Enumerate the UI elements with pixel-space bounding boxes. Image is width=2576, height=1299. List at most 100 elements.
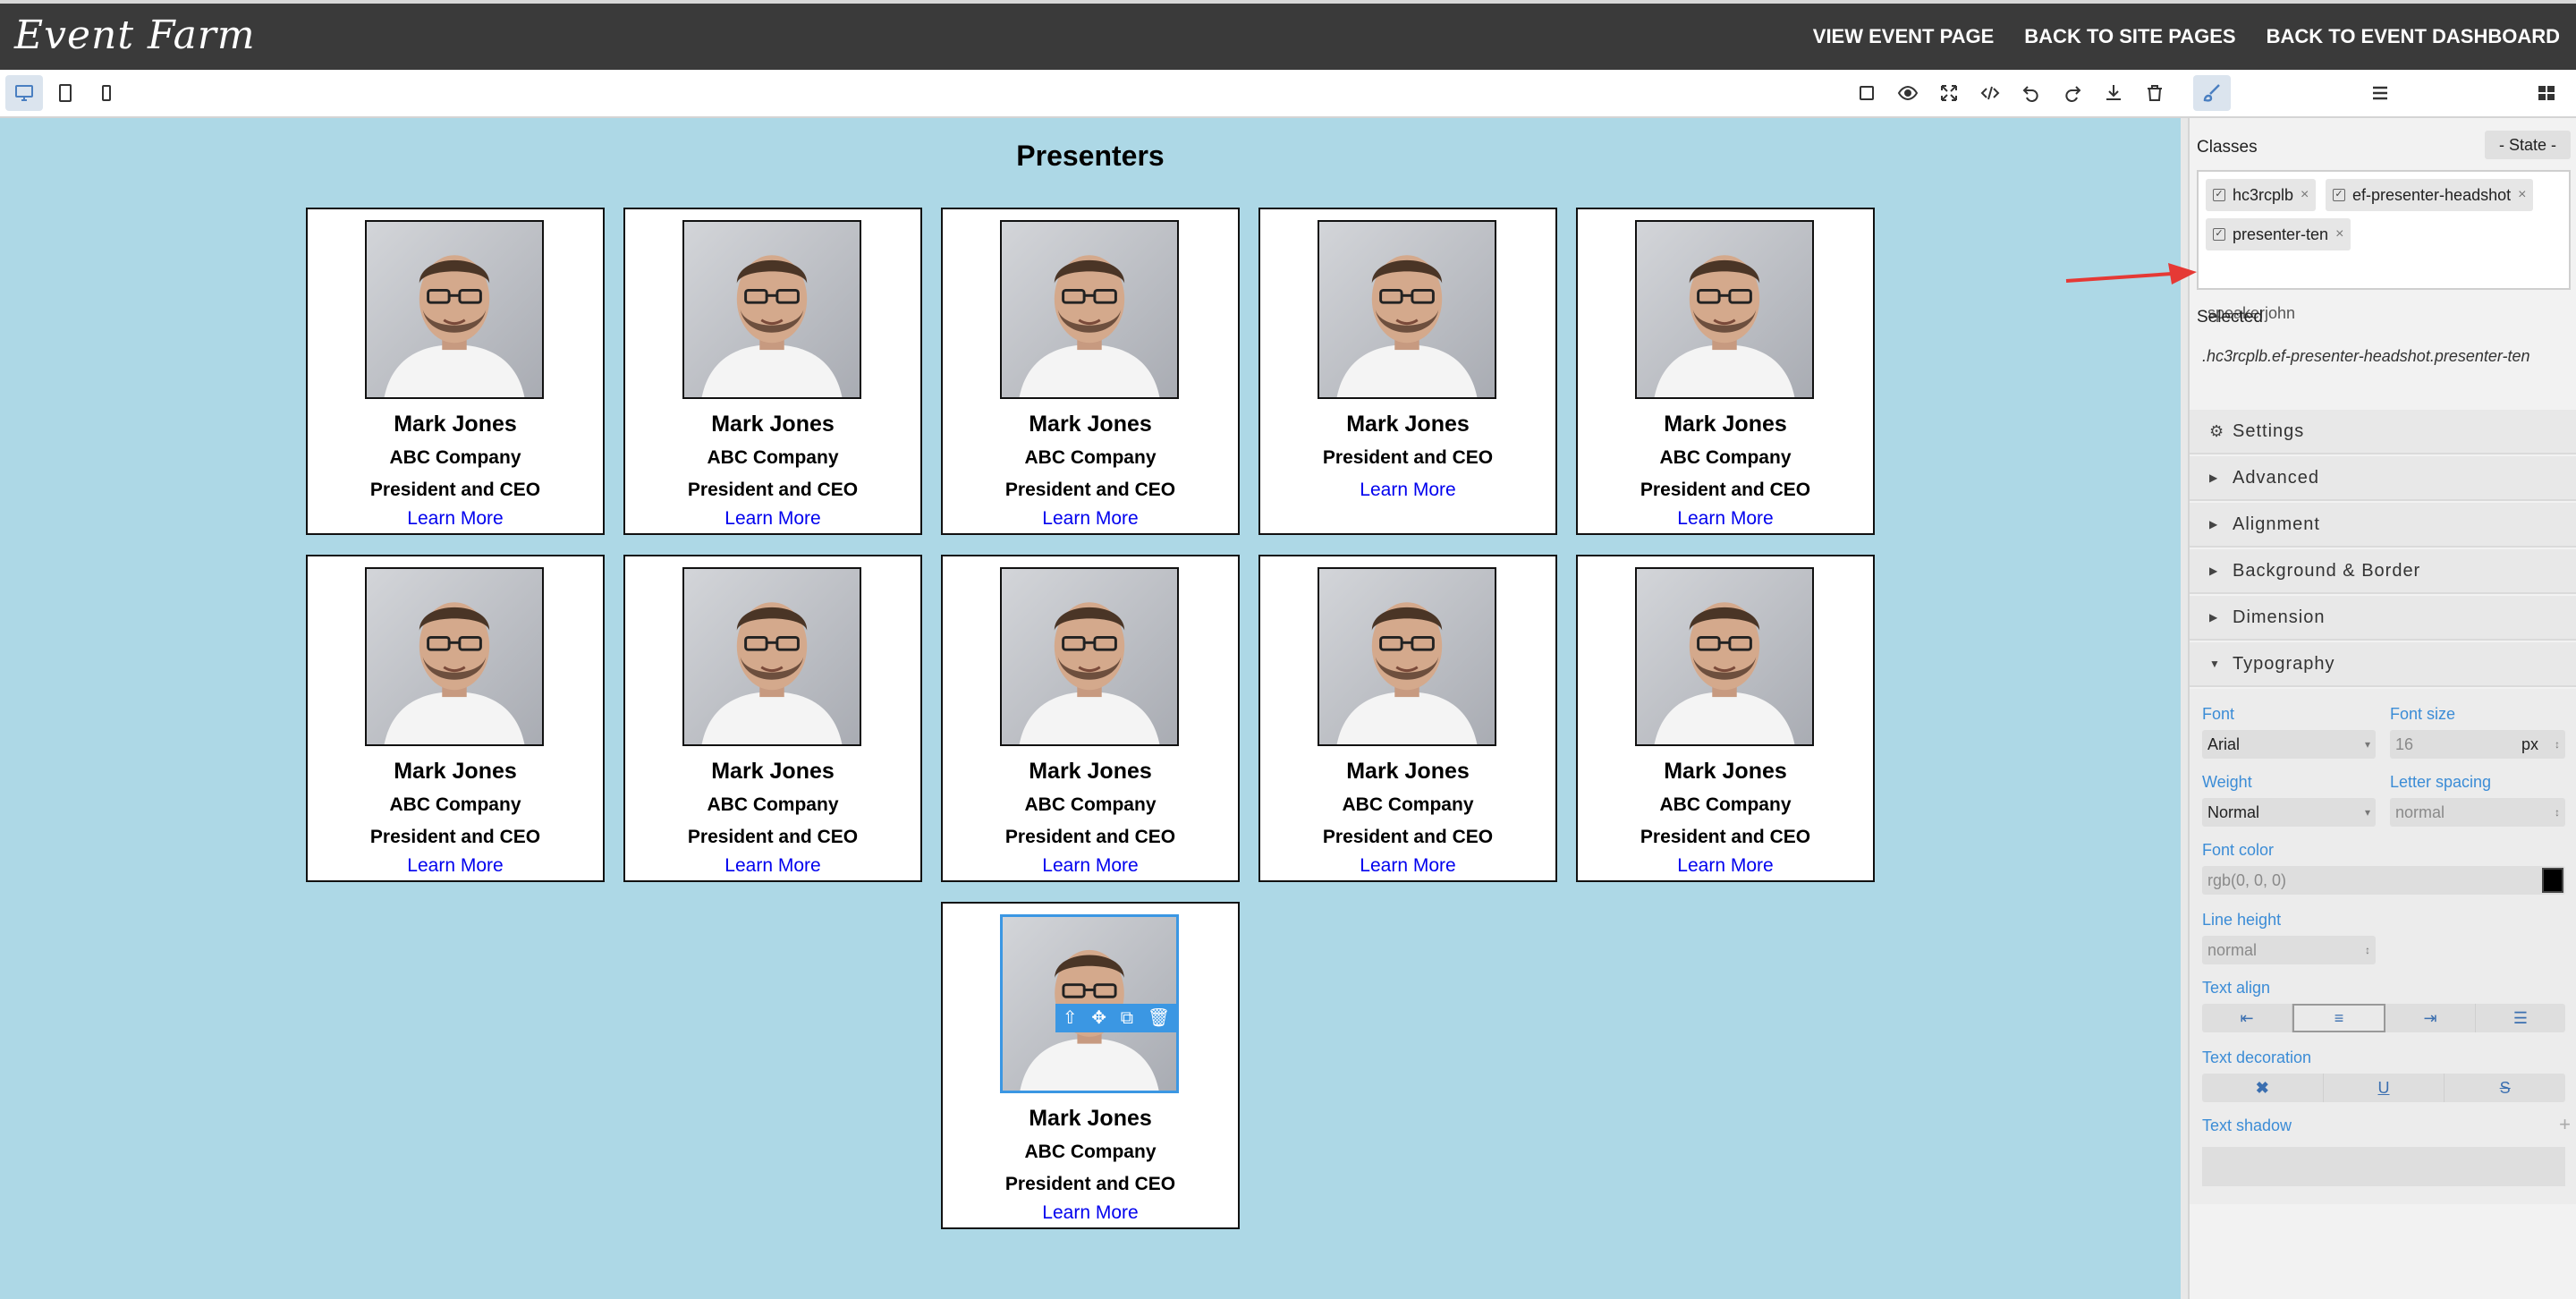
weight-select[interactable]: Normal ▾ bbox=[2202, 798, 2376, 827]
underline-icon[interactable]: U bbox=[2324, 1074, 2445, 1102]
section-alignment[interactable]: ▶ Alignment bbox=[2190, 503, 2576, 548]
presenter-card[interactable]: Mark Jones ABC Company President and CEO… bbox=[1258, 555, 1557, 882]
presenter-role: President and CEO bbox=[1322, 447, 1494, 468]
presenter-role: President and CEO bbox=[1640, 827, 1811, 847]
class-tag-label: presenter-ten bbox=[2233, 225, 2329, 243]
presenter-card[interactable]: Mark Jones President and CEO Learn More bbox=[1258, 208, 1557, 535]
learn-more-link[interactable]: Learn More bbox=[943, 1202, 1238, 1224]
class-tag[interactable]: ✓ ef-presenter-headshot × bbox=[2326, 179, 2534, 211]
presenter-headshot[interactable] bbox=[1318, 220, 1496, 399]
learn-more-link[interactable]: Learn More bbox=[943, 855, 1238, 877]
trash-icon[interactable] bbox=[2136, 75, 2174, 111]
section-label: Advanced bbox=[2233, 467, 2319, 488]
trash-icon[interactable]: 🗑 bbox=[1148, 1009, 1170, 1027]
presenter-name: Mark Jones bbox=[711, 412, 835, 437]
state-select[interactable]: - State - bbox=[2485, 131, 2571, 159]
presenter-card[interactable]: Mark Jones ABC Company President and CEO… bbox=[1576, 208, 1875, 535]
learn-more-link[interactable]: Learn More bbox=[625, 508, 920, 530]
font-size-unit[interactable]: px bbox=[2521, 735, 2538, 754]
remove-tag-icon[interactable]: × bbox=[2335, 226, 2343, 242]
desktop-icon[interactable] bbox=[5, 75, 43, 111]
editor-canvas[interactable]: Presenters Mark Jones ABC Company Presid… bbox=[0, 118, 2181, 1299]
paintbrush-icon[interactable] bbox=[2193, 75, 2231, 111]
presenter-card[interactable]: Mark Jones ABC Company President and CEO… bbox=[941, 902, 1240, 1229]
text-shadow-list bbox=[2202, 1147, 2565, 1186]
move-icon[interactable]: ✥ bbox=[1091, 1009, 1106, 1027]
presenter-headshot[interactable] bbox=[1635, 567, 1814, 746]
download-icon[interactable] bbox=[2095, 75, 2132, 111]
add-shadow-icon[interactable]: + bbox=[2559, 1113, 2571, 1136]
align-right-icon[interactable]: ⇥ bbox=[2385, 1004, 2476, 1032]
fullscreen-icon[interactable] bbox=[1930, 75, 1968, 111]
view-event-page-link[interactable]: VIEW EVENT PAGE bbox=[1813, 25, 1995, 48]
presenter-headshot[interactable] bbox=[1000, 567, 1179, 746]
learn-more-link[interactable]: Learn More bbox=[1578, 508, 1873, 530]
tag-checkbox[interactable]: ✓ bbox=[2213, 189, 2225, 201]
presenter-headshot[interactable] bbox=[1635, 220, 1814, 399]
back-to-site-pages-link[interactable]: BACK TO SITE PAGES bbox=[2024, 25, 2235, 48]
presenter-card[interactable]: Mark Jones ABC Company President and CEO… bbox=[306, 208, 605, 535]
font-size-label: Font size bbox=[2390, 705, 2456, 723]
align-center-icon[interactable]: ≡ bbox=[2292, 1004, 2385, 1032]
presenter-headshot[interactable] bbox=[1000, 220, 1179, 399]
presenter-headshot[interactable] bbox=[682, 567, 861, 746]
presenter-headshot[interactable] bbox=[1318, 567, 1496, 746]
line-height-input[interactable]: normal ↕ bbox=[2202, 936, 2376, 964]
font-size-input[interactable]: 16 px ↕ bbox=[2390, 730, 2565, 759]
remove-tag-icon[interactable]: × bbox=[2518, 187, 2526, 203]
presenter-card[interactable]: Mark Jones ABC Company President and CEO… bbox=[306, 555, 605, 882]
remove-tag-icon[interactable]: × bbox=[2301, 187, 2309, 203]
eye-icon[interactable] bbox=[1889, 75, 1927, 111]
learn-more-link[interactable]: Learn More bbox=[308, 508, 603, 530]
tablet-icon[interactable] bbox=[47, 75, 84, 111]
code-icon[interactable] bbox=[1971, 75, 2009, 111]
section-dimension[interactable]: ▶ Dimension bbox=[2190, 596, 2576, 641]
presenter-card[interactable]: Mark Jones ABC Company President and CEO… bbox=[941, 208, 1240, 535]
stepper-icon[interactable]: ↕ bbox=[2555, 806, 2560, 819]
section-advanced[interactable]: ▶ Advanced bbox=[2190, 456, 2576, 501]
font-color-input[interactable]: rgb(0, 0, 0) bbox=[2202, 866, 2565, 895]
learn-more-link[interactable]: Learn More bbox=[1260, 480, 1555, 501]
presenter-card[interactable]: Mark Jones ABC Company President and CEO… bbox=[623, 208, 922, 535]
section-typography[interactable]: ▼ Typography bbox=[2190, 642, 2576, 687]
font-label: Font bbox=[2202, 705, 2235, 723]
square-icon[interactable] bbox=[1848, 75, 1885, 111]
presenter-headshot[interactable] bbox=[365, 567, 544, 746]
presenter-card[interactable]: Mark Jones ABC Company President and CEO… bbox=[623, 555, 922, 882]
learn-more-link[interactable]: Learn More bbox=[625, 855, 920, 877]
section-settings[interactable]: ⚙ Settings bbox=[2190, 410, 2576, 454]
stepper-icon[interactable]: ↕ bbox=[2365, 944, 2370, 956]
presenter-headshot[interactable] bbox=[682, 220, 861, 399]
redo-icon[interactable] bbox=[2054, 75, 2091, 111]
decoration-none-icon[interactable]: ✖ bbox=[2202, 1074, 2324, 1102]
font-select[interactable]: Arial ▾ bbox=[2202, 730, 2376, 759]
learn-more-link[interactable]: Learn More bbox=[308, 855, 603, 877]
copy-icon[interactable]: ⧉ bbox=[1121, 1009, 1133, 1027]
letter-spacing-input[interactable]: normal ↕ bbox=[2390, 798, 2565, 827]
align-left-icon[interactable]: ⇤ bbox=[2202, 1004, 2292, 1032]
presenter-headshot[interactable] bbox=[365, 220, 544, 399]
class-tag[interactable]: ✓ presenter-ten × bbox=[2206, 218, 2351, 250]
stepper-icon[interactable]: ↕ bbox=[2555, 738, 2560, 751]
tag-checkbox[interactable]: ✓ bbox=[2333, 189, 2345, 201]
learn-more-link[interactable]: Learn More bbox=[943, 508, 1238, 530]
class-tag[interactable]: ✓ hc3rcplb × bbox=[2206, 179, 2317, 211]
blocks-icon[interactable] bbox=[2528, 75, 2565, 111]
letter-spacing-value: normal bbox=[2395, 802, 2445, 821]
learn-more-link[interactable]: Learn More bbox=[1260, 855, 1555, 877]
align-justify-icon[interactable]: ☰ bbox=[2476, 1004, 2565, 1032]
presenter-card[interactable]: Mark Jones ABC Company President and CEO… bbox=[941, 555, 1240, 882]
strikethrough-icon[interactable]: S bbox=[2445, 1074, 2565, 1102]
color-swatch[interactable] bbox=[2542, 868, 2563, 893]
tag-checkbox[interactable]: ✓ bbox=[2213, 228, 2225, 241]
arrow-up-icon[interactable]: ⇧ bbox=[1063, 1009, 1078, 1027]
mobile-icon[interactable] bbox=[88, 75, 125, 111]
presenter-name: Mark Jones bbox=[394, 759, 517, 784]
learn-more-link[interactable]: Learn More bbox=[1578, 855, 1873, 877]
presenter-card[interactable]: Mark Jones ABC Company President and CEO… bbox=[1576, 555, 1875, 882]
section-background-border[interactable]: ▶ Background & Border bbox=[2190, 549, 2576, 594]
undo-icon[interactable] bbox=[2012, 75, 2050, 111]
layers-icon[interactable] bbox=[2361, 75, 2399, 111]
back-to-event-dashboard-link[interactable]: BACK TO EVENT DASHBOARD bbox=[2267, 25, 2560, 48]
line-height-value: normal bbox=[2207, 940, 2258, 959]
